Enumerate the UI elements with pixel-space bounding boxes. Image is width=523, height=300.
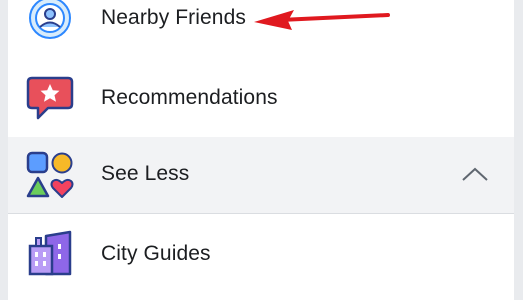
menu-panel: Nearby Friends Recommendations See Less xyxy=(8,0,514,300)
city-guides-icon xyxy=(28,230,72,276)
annotation-arrow xyxy=(254,10,390,30)
chevron-up-icon[interactable] xyxy=(460,165,490,183)
menu-item-city-guides[interactable]: City Guides xyxy=(8,214,514,300)
menu-item-label: Recommendations xyxy=(101,86,278,109)
menu-item-label: City Guides xyxy=(101,242,211,265)
menu-item-label: See Less xyxy=(101,162,190,185)
menu-item-recommendations[interactable]: Recommendations xyxy=(8,60,514,136)
menu-item-label: Nearby Friends xyxy=(101,6,246,29)
shapes-icon xyxy=(26,151,74,198)
menu-item-see-less[interactable]: See Less xyxy=(8,137,514,213)
nearby-friends-icon xyxy=(29,0,71,39)
recommendations-icon xyxy=(26,76,74,120)
